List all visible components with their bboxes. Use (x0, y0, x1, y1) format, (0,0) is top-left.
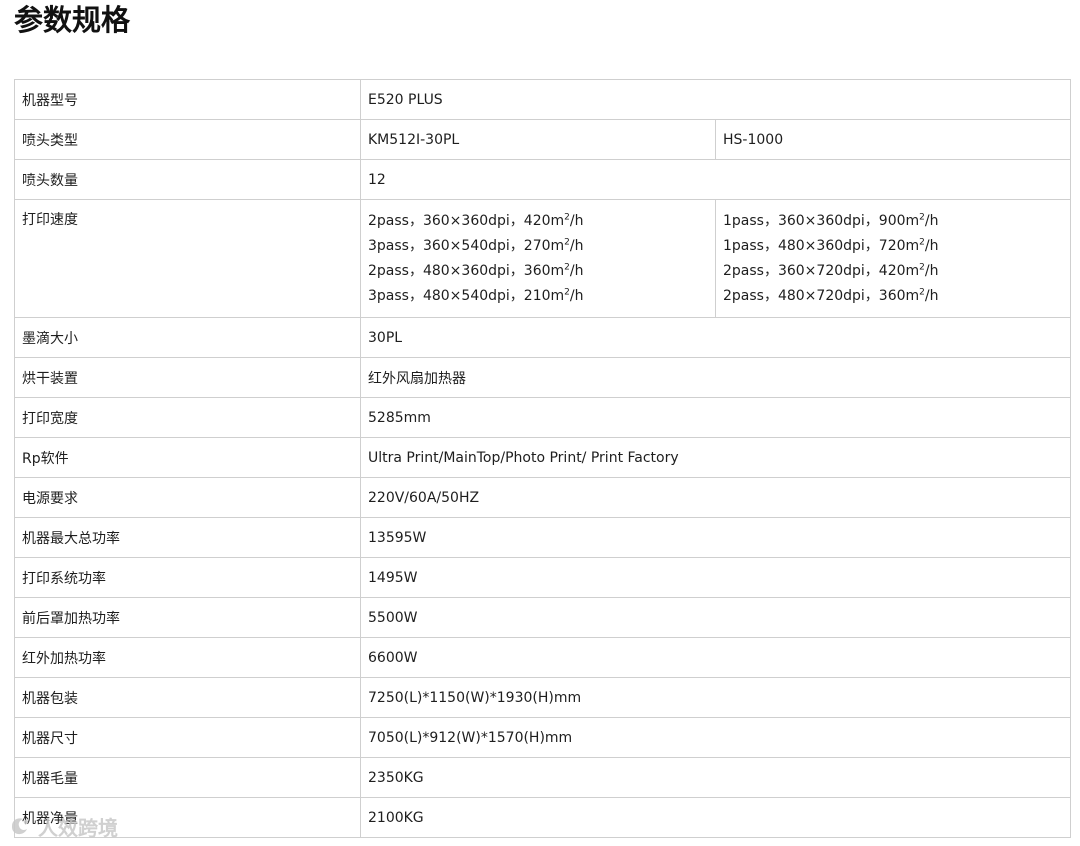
spec-label: 打印速度 (14, 199, 361, 318)
spec-value: 红外风扇加热器 (360, 357, 1071, 398)
spec-label: 红外加热功率 (14, 637, 361, 678)
print-speed-line: 2pass，360×720dpi，420m2/h (723, 262, 939, 279)
spec-value: E520 PLUS (360, 79, 1071, 120)
spec-value: 2100KG (360, 797, 1071, 838)
table-row: 喷头数量 12 (14, 159, 1071, 200)
print-speed-line: 1pass，480×360dpi，720m2/h (723, 237, 939, 254)
table-row: 打印速度 2pass，360×360dpi，420m2/h 3pass，360×… (14, 199, 1071, 318)
print-speed-line: 3pass，480×540dpi，210m2/h (368, 287, 584, 304)
spec-label: 机器最大总功率 (14, 517, 361, 558)
spec-label: Rp软件 (14, 437, 361, 478)
spec-value: 5500W (360, 597, 1071, 638)
table-row: 打印系统功率 1495W (14, 557, 1071, 598)
spec-value: 220V/60A/50HZ (360, 477, 1071, 518)
spec-value: 12 (360, 159, 1071, 200)
spec-value: 30PL (360, 317, 1071, 358)
table-row: 电源要求 220V/60A/50HZ (14, 477, 1071, 518)
table-row: 机器包装 7250(L)*1150(W)*1930(H)mm (14, 677, 1071, 718)
spec-value: Ultra Print/MainTop/Photo Print/ Print F… (360, 437, 1071, 478)
spec-label: 墨滴大小 (14, 317, 361, 358)
table-row: Rp软件 Ultra Print/MainTop/Photo Print/ Pr… (14, 437, 1071, 478)
table-row: 机器净量 2100KG (14, 797, 1071, 838)
spec-label: 机器毛量 (14, 757, 361, 798)
spec-label: 机器净量 (14, 797, 361, 838)
spec-value: 5285mm (360, 397, 1071, 438)
print-speed-line: 3pass，360×540dpi，270m2/h (368, 237, 584, 254)
spec-value: 7050(L)*912(W)*1570(H)mm (360, 717, 1071, 758)
table-row: 机器最大总功率 13595W (14, 517, 1071, 558)
table-row: 打印宽度 5285mm (14, 397, 1071, 438)
spec-label: 电源要求 (14, 477, 361, 518)
spec-label: 喷头类型 (14, 119, 361, 160)
spec-value: 2350KG (360, 757, 1071, 798)
table-row: 喷头类型 KM512I-30PL HS-1000 (14, 119, 1071, 160)
print-speed-line: 2pass，360×360dpi，420m2/h (368, 212, 584, 229)
table-row: 前后罩加热功率 5500W (14, 597, 1071, 638)
spec-value: 6600W (360, 637, 1071, 678)
print-speed-line: 1pass，360×360dpi，900m2/h (723, 212, 939, 229)
table-row: 红外加热功率 6600W (14, 637, 1071, 678)
print-speed-column: 1pass，360×360dpi，900m2/h 1pass，480×360dp… (715, 199, 1071, 318)
print-speed-column: 2pass，360×360dpi，420m2/h 3pass，360×540dp… (360, 199, 716, 318)
spec-value: 7250(L)*1150(W)*1930(H)mm (360, 677, 1071, 718)
spec-label: 机器尺寸 (14, 717, 361, 758)
table-row: 机器尺寸 7050(L)*912(W)*1570(H)mm (14, 717, 1071, 758)
spec-label: 烘干装置 (14, 357, 361, 398)
table-row: 机器毛量 2350KG (14, 757, 1071, 798)
page-title: 参数规格 (14, 3, 131, 37)
spec-label: 前后罩加热功率 (14, 597, 361, 638)
print-speed-line: 2pass，480×360dpi，360m2/h (368, 262, 584, 279)
table-row: 机器型号 E520 PLUS (14, 79, 1071, 120)
spec-value: KM512I-30PL (360, 119, 716, 160)
spec-table: 机器型号 E520 PLUS 喷头类型 KM512I-30PL HS-1000 … (14, 79, 1071, 838)
spec-value: 1495W (360, 557, 1071, 598)
spec-label: 打印宽度 (14, 397, 361, 438)
print-speed-line: 2pass，480×720dpi，360m2/h (723, 287, 939, 304)
spec-label: 机器型号 (14, 79, 361, 120)
spec-value: HS-1000 (715, 119, 1071, 160)
table-row: 烘干装置 红外风扇加热器 (14, 357, 1071, 398)
spec-label: 打印系统功率 (14, 557, 361, 598)
spec-value: 13595W (360, 517, 1071, 558)
table-row: 墨滴大小 30PL (14, 317, 1071, 358)
spec-label: 机器包装 (14, 677, 361, 718)
spec-label: 喷头数量 (14, 159, 361, 200)
